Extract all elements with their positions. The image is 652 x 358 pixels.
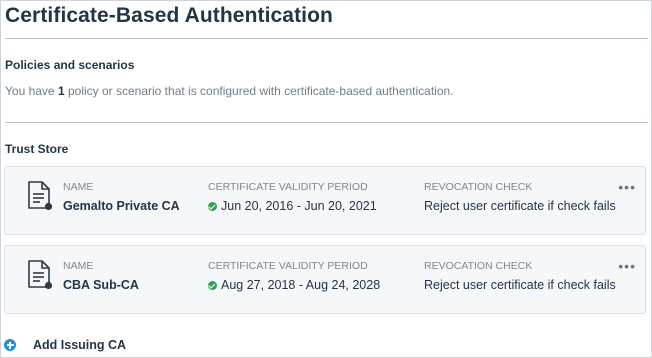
validity-text: Jun 20, 2016 - Jun 20, 2021 (221, 199, 377, 213)
add-issuing-ca-label: Add Issuing CA (33, 338, 127, 352)
more-dots-icon[interactable]: ••• (618, 258, 636, 274)
revocation-label: REVOCATION CHECK (424, 260, 533, 272)
revocation-label: REVOCATION CHECK (424, 181, 533, 193)
trust-store-heading: Trust Store (5, 142, 69, 156)
title-divider (5, 38, 648, 39)
name-label: NAME (63, 260, 94, 272)
page-title: Certificate-Based Authentication (5, 4, 333, 27)
plus-circle-icon (4, 339, 16, 351)
trust-store-item[interactable]: NAME CBA Sub-CA CERTIFICATE VALIDITY PER… (4, 245, 646, 314)
validity-period: Aug 27, 2018 - Aug 24, 2028 (208, 278, 380, 292)
check-circle-icon (208, 280, 217, 290)
section-divider (5, 122, 648, 123)
trust-store-item[interactable]: NAME Gemalto Private CA CERTIFICATE VALI… (4, 166, 646, 235)
policies-count: 1 (57, 84, 65, 98)
certificate-document-icon (28, 260, 53, 290)
validity-text: Aug 27, 2018 - Aug 24, 2028 (221, 278, 381, 292)
validity-label: CERTIFICATE VALIDITY PERIOD (208, 181, 368, 193)
ca-name: Gemalto Private CA (63, 199, 180, 213)
policies-text-suffix: policy or scenario that is configured wi… (64, 84, 454, 98)
more-dots-icon[interactable]: ••• (618, 179, 636, 195)
add-issuing-ca-button[interactable]: Add Issuing CA (4, 338, 126, 352)
validity-period: Jun 20, 2016 - Jun 20, 2021 (208, 199, 377, 213)
policies-heading: Policies and scenarios (5, 58, 135, 72)
revocation-value: Reject user certificate if check fails (424, 278, 616, 292)
certificate-document-icon (28, 181, 53, 211)
policies-summary: You have 1 policy or scenario that is co… (5, 84, 454, 98)
name-label: NAME (63, 181, 94, 193)
policies-text-prefix: You have (5, 84, 58, 98)
revocation-value: Reject user certificate if check fails (424, 199, 616, 213)
ca-name: CBA Sub-CA (63, 278, 139, 292)
validity-label: CERTIFICATE VALIDITY PERIOD (208, 260, 368, 272)
check-circle-icon (208, 201, 217, 211)
